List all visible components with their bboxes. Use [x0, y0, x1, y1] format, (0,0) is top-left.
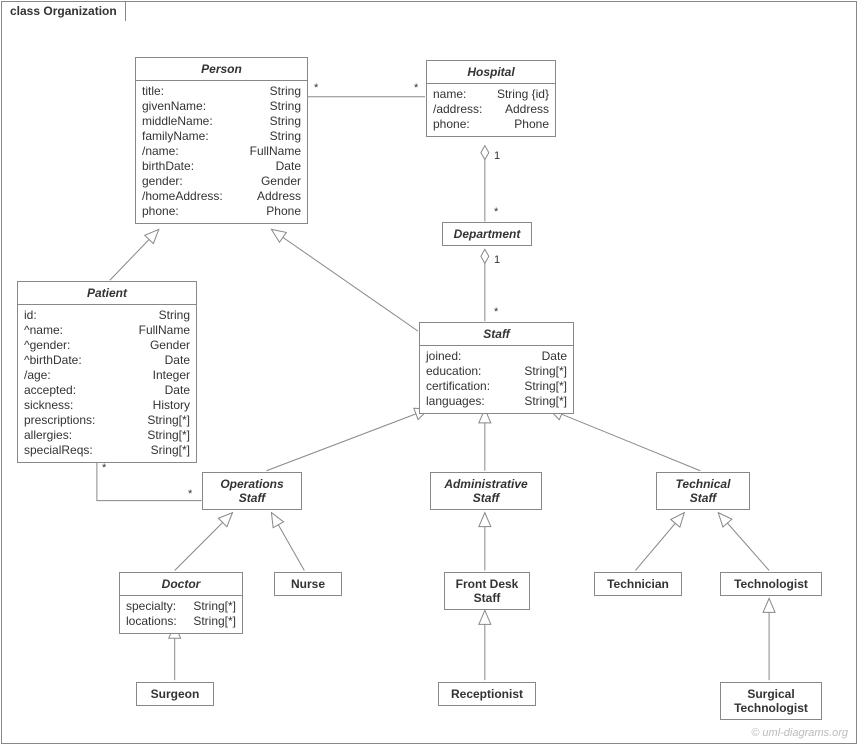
class-hospital: Hospital name:String {id}/address:Addres…: [426, 60, 556, 137]
frame-title: class Organization: [1, 1, 126, 21]
class-department: Department: [442, 222, 532, 246]
mult: *: [102, 462, 106, 474]
class-title: Person: [136, 58, 307, 81]
class-surgeon: Surgeon: [136, 682, 214, 706]
class-admin-staff: Administrative Staff: [430, 472, 542, 510]
class-doctor: Doctor specialty:String[*]locations:Stri…: [119, 572, 243, 634]
class-attrs: id:String^name:FullName^gender:Gender^bi…: [18, 305, 196, 462]
mult: *: [494, 306, 498, 318]
mult: *: [188, 488, 192, 500]
mult: 1: [494, 254, 500, 266]
class-attrs: name:String {id}/address:Addressphone:Ph…: [427, 84, 555, 136]
class-frontdesk: Front Desk Staff: [444, 572, 530, 610]
class-technologist: Technologist: [720, 572, 822, 596]
mult: 1: [494, 150, 500, 162]
class-title: Front Desk Staff: [445, 573, 529, 609]
class-ops-staff: Operations Staff: [202, 472, 302, 510]
mult: *: [314, 82, 318, 94]
class-attrs: joined:Dateeducation:String[*]certificat…: [420, 346, 573, 413]
class-title: Surgeon: [137, 683, 213, 705]
class-technician: Technician: [594, 572, 682, 596]
class-person: Person title:StringgivenName:Stringmiddl…: [135, 57, 308, 224]
class-title: Surgical Technologist: [721, 683, 821, 719]
class-title: Nurse: [275, 573, 341, 595]
class-nurse: Nurse: [274, 572, 342, 596]
class-patient: Patient id:String^name:FullName^gender:G…: [17, 281, 197, 463]
class-tech-staff: Technical Staff: [656, 472, 750, 510]
class-title: Doctor: [120, 573, 242, 596]
mult: *: [494, 206, 498, 218]
class-title: Operations Staff: [203, 473, 301, 509]
class-title: Department: [443, 223, 531, 245]
class-title: Technical Staff: [657, 473, 749, 509]
class-attrs: specialty:String[*]locations:String[*]: [120, 596, 242, 633]
class-title: Technologist: [721, 573, 821, 595]
class-title: Administrative Staff: [431, 473, 541, 509]
mult: *: [414, 82, 418, 94]
class-staff: Staff joined:Dateeducation:String[*]cert…: [419, 322, 574, 414]
class-title: Receptionist: [439, 683, 535, 705]
class-title: Patient: [18, 282, 196, 305]
class-attrs: title:StringgivenName:StringmiddleName:S…: [136, 81, 307, 223]
watermark: © uml-diagrams.org: [751, 727, 848, 739]
class-receptionist: Receptionist: [438, 682, 536, 706]
uml-frame: class Organization: [1, 1, 857, 744]
class-title: Hospital: [427, 61, 555, 84]
class-surgtech: Surgical Technologist: [720, 682, 822, 720]
class-title: Staff: [420, 323, 573, 346]
frame-title-text: class Organization: [10, 4, 117, 18]
class-title: Technician: [595, 573, 681, 595]
